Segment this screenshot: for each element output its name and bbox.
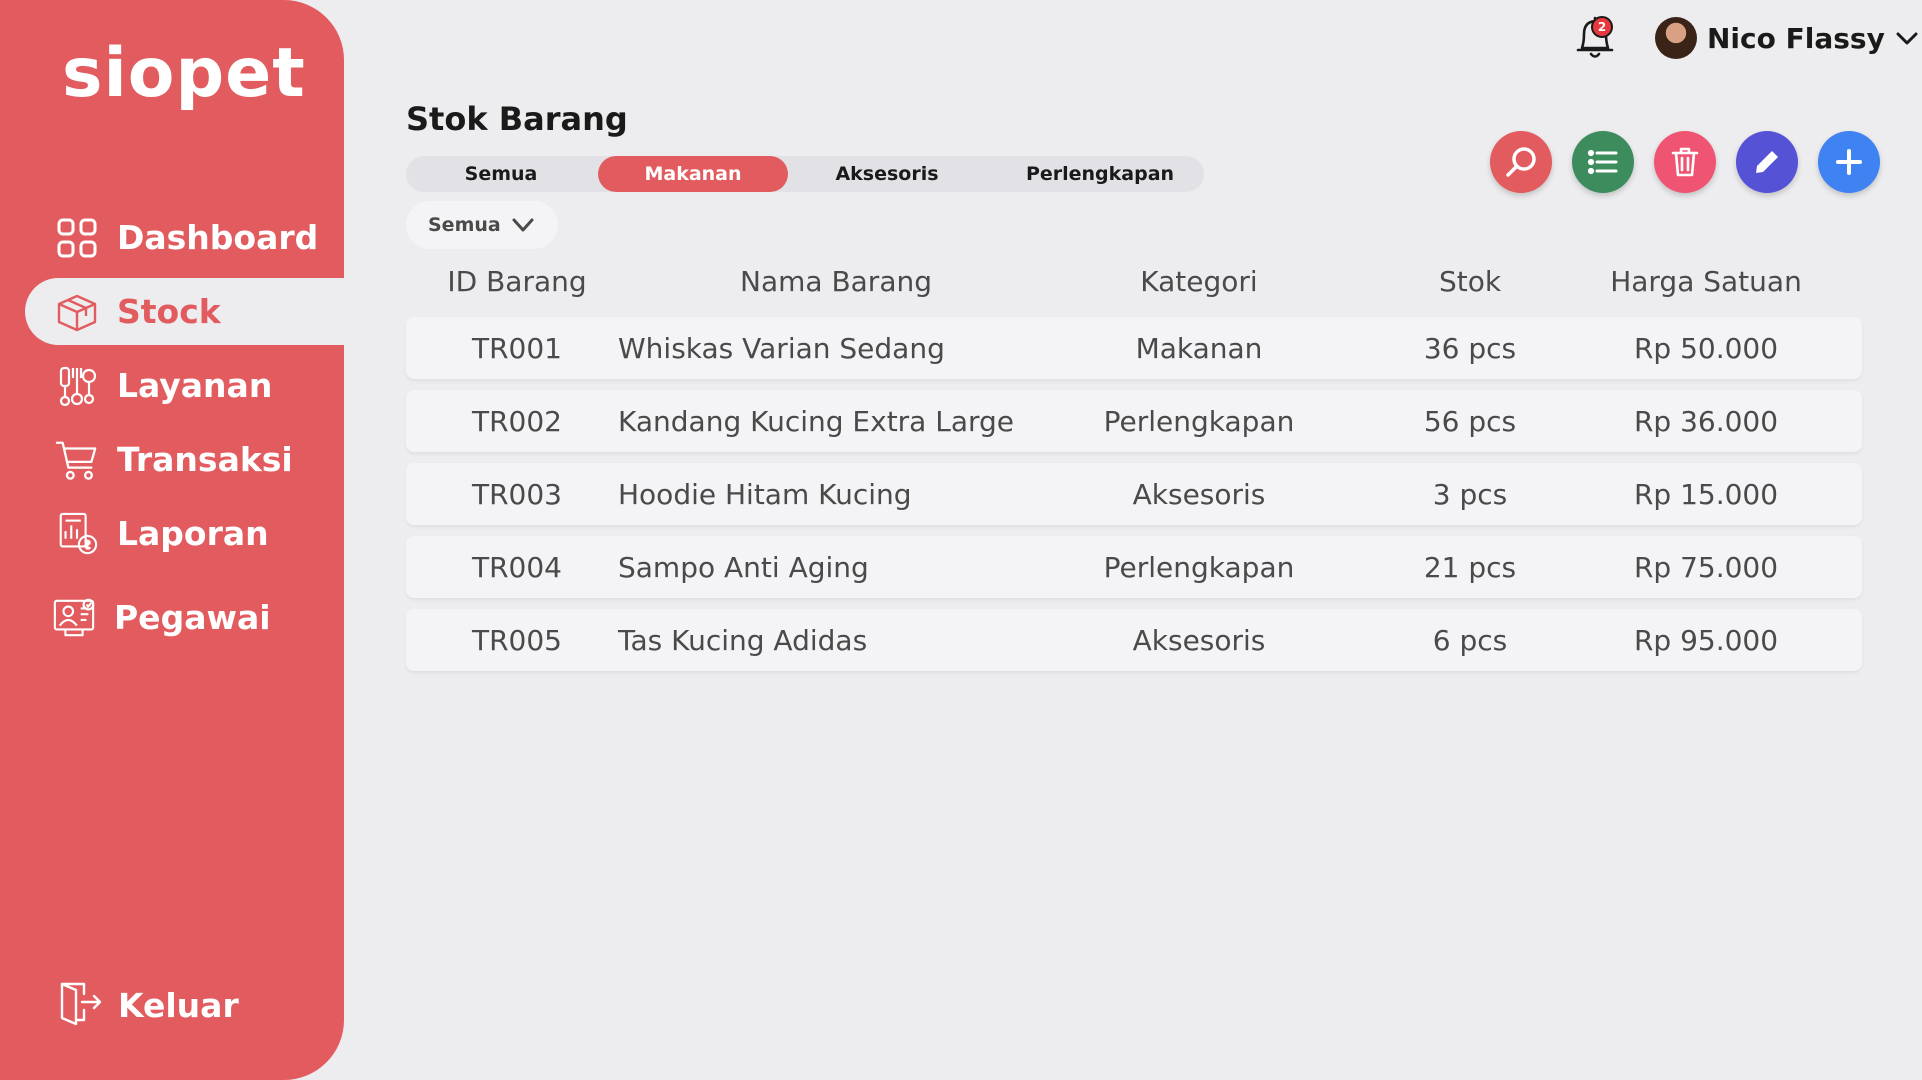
- user-name: Nico Flassy: [1707, 21, 1885, 55]
- cell-category: Aksesoris: [1132, 624, 1266, 657]
- column-header-category: Kategori: [1140, 265, 1258, 298]
- cell-stock: 21 pcs: [1423, 551, 1517, 584]
- notification-badge: 2: [1591, 16, 1613, 38]
- tab-makanan[interactable]: Makanan: [598, 156, 788, 192]
- cell-id: TR005: [471, 624, 563, 657]
- table-header: ID Barang Nama Barang Kategori Stok Harg…: [406, 265, 1862, 305]
- cell-id: TR002: [471, 405, 563, 438]
- cell-price: Rp 50.000: [1633, 332, 1779, 365]
- cell-name: Tas Kucing Adidas: [618, 624, 868, 657]
- cell-id: TR004: [471, 551, 563, 584]
- add-button[interactable]: [1818, 131, 1880, 193]
- tab-aksesoris[interactable]: Aksesoris: [792, 156, 982, 192]
- list-icon: [1587, 149, 1618, 175]
- filter-value: Semua: [428, 214, 501, 236]
- edit-button[interactable]: [1736, 131, 1798, 193]
- sidebar-item-laporan[interactable]: Laporan: [25, 500, 344, 567]
- table-row[interactable]: TR002 Kandang Kucing Extra Large Perleng…: [406, 390, 1862, 452]
- plus-icon: [1836, 149, 1862, 175]
- cell-category: Makanan: [1135, 332, 1263, 365]
- search-icon: [1506, 147, 1536, 177]
- filter-dropdown[interactable]: Semua: [406, 201, 558, 249]
- table-row[interactable]: TR005 Tas Kucing Adidas Aksesoris 6 pcs …: [406, 609, 1862, 671]
- app-logo: siopet: [62, 34, 306, 113]
- sidebar-item-label: Transaksi: [117, 440, 293, 479]
- sidebar-item-stock[interactable]: Stock: [25, 278, 344, 345]
- cart-icon: [55, 438, 99, 482]
- sidebar-item-label: Stock: [117, 292, 221, 331]
- page-title: Stok Barang: [406, 100, 628, 138]
- sidebar-item-layanan[interactable]: Layanan: [25, 352, 344, 419]
- chevron-down-icon: [1896, 32, 1918, 45]
- cell-price: Rp 36.000: [1633, 405, 1779, 438]
- column-header-id: ID Barang: [447, 265, 587, 298]
- cell-category: Aksesoris: [1132, 478, 1266, 511]
- cell-name: Whiskas Varian Sedang: [618, 332, 945, 365]
- logout-icon: [58, 980, 104, 1030]
- box-icon: [55, 290, 99, 334]
- cell-id: TR001: [471, 332, 563, 365]
- column-header-price: Harga Satuan: [1610, 265, 1802, 298]
- delete-button[interactable]: [1654, 131, 1716, 193]
- sidebar-item-transaksi[interactable]: Transaksi: [25, 426, 344, 493]
- cell-stock: 36 pcs: [1423, 332, 1517, 365]
- user-menu[interactable]: Nico Flassy: [1655, 16, 1919, 60]
- category-tabs: Semua Makanan Aksesoris Perlengkapan: [406, 156, 1204, 192]
- logout-button[interactable]: Keluar: [58, 980, 239, 1030]
- table-row[interactable]: TR001 Whiskas Varian Sedang Makanan 36 p…: [406, 317, 1862, 379]
- logout-label: Keluar: [118, 985, 239, 1025]
- table-row[interactable]: TR003 Hoodie Hitam Kucing Aksesoris 3 pc…: [406, 463, 1862, 525]
- cell-price: Rp 15.000: [1633, 478, 1779, 511]
- cell-name: Kandang Kucing Extra Large: [618, 405, 1015, 438]
- cell-name: Sampo Anti Aging: [618, 551, 869, 584]
- grid-icon: [55, 216, 99, 260]
- sidebar-item-label: Pegawai: [114, 598, 271, 637]
- sidebar: siopet Dashboard Stock Layanan Transaksi…: [0, 0, 344, 1080]
- table-row[interactable]: TR004 Sampo Anti Aging Perlengkapan 21 p…: [406, 536, 1862, 598]
- cell-stock: 6 pcs: [1432, 624, 1508, 657]
- cell-id: TR003: [471, 478, 563, 511]
- cell-stock: 56 pcs: [1423, 405, 1517, 438]
- sidebar-item-pegawai[interactable]: Pegawai: [22, 584, 341, 651]
- cell-name: Hoodie Hitam Kucing: [618, 478, 912, 511]
- list-button[interactable]: [1572, 131, 1634, 193]
- tab-semua[interactable]: Semua: [406, 156, 596, 192]
- cell-price: Rp 95.000: [1633, 624, 1779, 657]
- cell-category: Perlengkapan: [1103, 405, 1295, 438]
- search-button[interactable]: [1490, 131, 1552, 193]
- cell-price: Rp 75.000: [1633, 551, 1779, 584]
- column-header-name: Nama Barang: [740, 265, 932, 298]
- cell-stock: 3 pcs: [1432, 478, 1508, 511]
- sidebar-item-dashboard[interactable]: Dashboard: [25, 204, 344, 271]
- column-header-stock: Stok: [1438, 265, 1502, 298]
- pencil-icon: [1756, 151, 1778, 173]
- grooming-icon: [55, 364, 99, 408]
- sidebar-item-label: Laporan: [117, 514, 269, 553]
- sidebar-item-label: Dashboard: [117, 218, 319, 257]
- tab-perlengkapan[interactable]: Perlengkapan: [1002, 156, 1198, 192]
- avatar: [1655, 17, 1697, 59]
- cell-category: Perlengkapan: [1103, 551, 1295, 584]
- report-icon: [55, 512, 99, 556]
- chevron-down-icon: [512, 218, 534, 232]
- trash-icon: [1671, 147, 1699, 177]
- employee-icon: [52, 596, 96, 640]
- sidebar-item-label: Layanan: [117, 366, 273, 405]
